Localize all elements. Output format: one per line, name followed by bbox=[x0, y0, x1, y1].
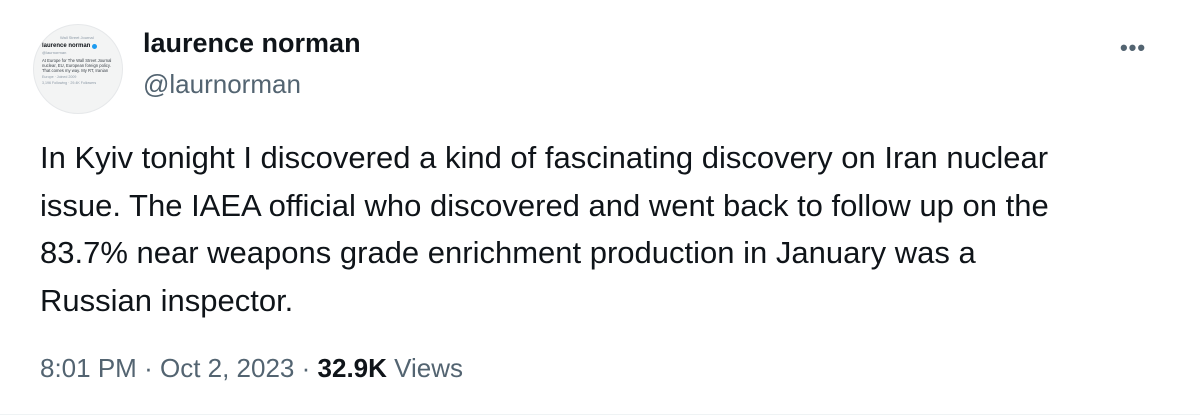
meta-separator: · bbox=[144, 353, 153, 383]
avatar-name-text: laurence norman bbox=[42, 43, 91, 49]
views-label: Views bbox=[394, 353, 464, 383]
author-display-name[interactable]: laurence norman bbox=[143, 26, 361, 60]
tweet-card: Wall Street Journal laurence norman @lau… bbox=[0, 0, 1200, 415]
more-horizontal-icon: ••• bbox=[1119, 35, 1147, 60]
tweet-date[interactable]: Oct 2, 2023 bbox=[160, 353, 294, 383]
author-handle[interactable]: @laurnorman bbox=[143, 68, 301, 100]
avatar-meta: Europe · Joined 2009 bbox=[42, 75, 77, 79]
avatar-counts: 3,196 Following · 29.4K Followers bbox=[42, 81, 97, 85]
avatar-profile-thumbnail: Wall Street Journal laurence norman @lau… bbox=[42, 35, 116, 85]
avatar-top-line: Wall Street Journal bbox=[60, 35, 94, 40]
avatar-bio: At Europe for The Wall Street Journal nu… bbox=[42, 58, 112, 73]
more-options-button[interactable]: ••• bbox=[1116, 34, 1150, 62]
meta-separator: · bbox=[301, 353, 311, 383]
views-count: 32.9K bbox=[317, 353, 387, 383]
avatar[interactable]: Wall Street Journal laurence norman @lau… bbox=[33, 24, 123, 114]
avatar-handle: @laurnorman bbox=[42, 50, 67, 55]
tweet-meta: 8:01 PM · Oct 2, 2023 · 32.9K Views bbox=[40, 351, 463, 385]
tweet-text: In Kyiv tonight I discovered a kind of f… bbox=[40, 140, 1049, 318]
verified-badge-icon bbox=[92, 43, 98, 49]
avatar-name: laurence norman bbox=[42, 43, 116, 49]
tweet-time[interactable]: 8:01 PM bbox=[40, 353, 137, 383]
